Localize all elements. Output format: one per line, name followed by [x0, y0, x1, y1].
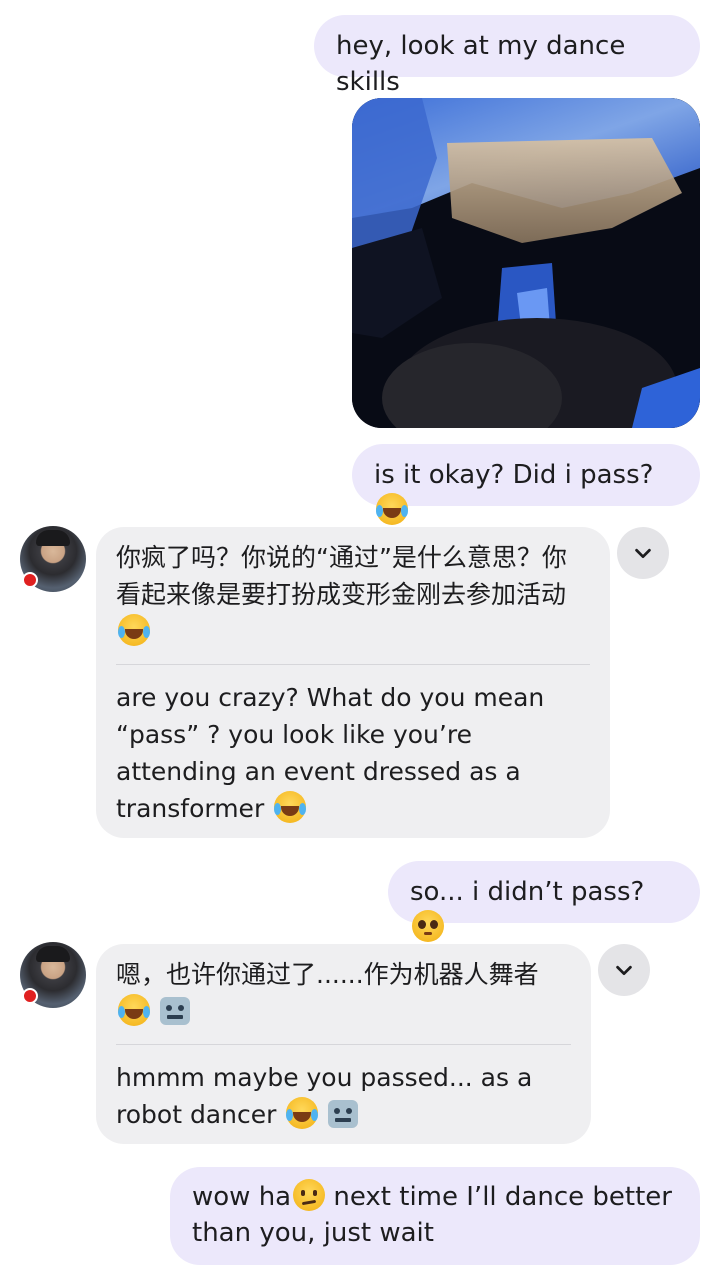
message-options-button[interactable]	[598, 944, 650, 996]
joy-emoji-icon	[118, 994, 150, 1026]
translated-message-text: hmmm maybe you passed... as a robot danc…	[116, 1063, 533, 1129]
outgoing-message-bubble[interactable]: so... i didn’t pass?	[388, 861, 700, 942]
incoming-message-bubble[interactable]: 你疯了吗？你说的“通过”是什么意思？你看起来像是要打扮成变形金刚去参加活动 ar…	[96, 527, 610, 838]
translated-text-section: are you crazy? What do you mean “pass” ?…	[96, 665, 610, 841]
joy-emoji-icon	[274, 791, 307, 823]
avatar-status-badge	[22, 572, 38, 588]
avatar-status-badge	[22, 988, 38, 1004]
message-options-button[interactable]	[617, 527, 669, 579]
shared-photo[interactable]	[352, 98, 700, 428]
message-text: is it okay? Did i pass?	[374, 460, 654, 490]
robot-emoji-icon	[328, 1100, 359, 1128]
joy-emoji-icon	[286, 1097, 319, 1129]
raised-eyebrow-emoji-icon	[293, 1179, 326, 1211]
outgoing-message-bubble[interactable]: hey, look at my dance skills	[314, 15, 700, 97]
joy-emoji-icon	[376, 493, 408, 525]
translated-message-text: are you crazy? What do you mean “pass” ?…	[116, 683, 545, 823]
original-message-text: 嗯，也许你通过了......作为机器人舞者	[116, 960, 539, 989]
incoming-message-bubble[interactable]: 嗯，也许你通过了......作为机器人舞者 hmmm maybe you pas…	[96, 944, 591, 1144]
chevron-down-icon	[635, 548, 651, 559]
message-text: hey, look at my dance skills	[336, 31, 626, 97]
outgoing-message-bubble[interactable]: is it okay? Did i pass?	[352, 444, 700, 525]
photo-image	[352, 98, 700, 428]
chevron-down-icon	[616, 965, 632, 976]
translated-text-section: hmmm maybe you passed... as a robot danc…	[96, 1045, 591, 1147]
original-text-section: 你疯了吗？你说的“通过”是什么意思？你看起来像是要打扮成变形金刚去参加活动	[96, 527, 610, 664]
joy-emoji-icon	[118, 614, 150, 646]
message-text: so... i didn’t pass?	[410, 877, 645, 907]
robot-emoji-icon	[159, 997, 190, 1025]
original-text-section: 嗯，也许你通过了......作为机器人舞者	[96, 944, 591, 1044]
original-message-text: 你疯了吗？你说的“通过”是什么意思？你看起来像是要打扮成变形金刚去参加活动	[116, 543, 567, 609]
message-text-part: wow ha	[192, 1182, 292, 1212]
pleading-emoji-icon	[412, 910, 444, 942]
outgoing-message-bubble[interactable]: wow ha next time I’ll dance better than …	[170, 1167, 700, 1265]
